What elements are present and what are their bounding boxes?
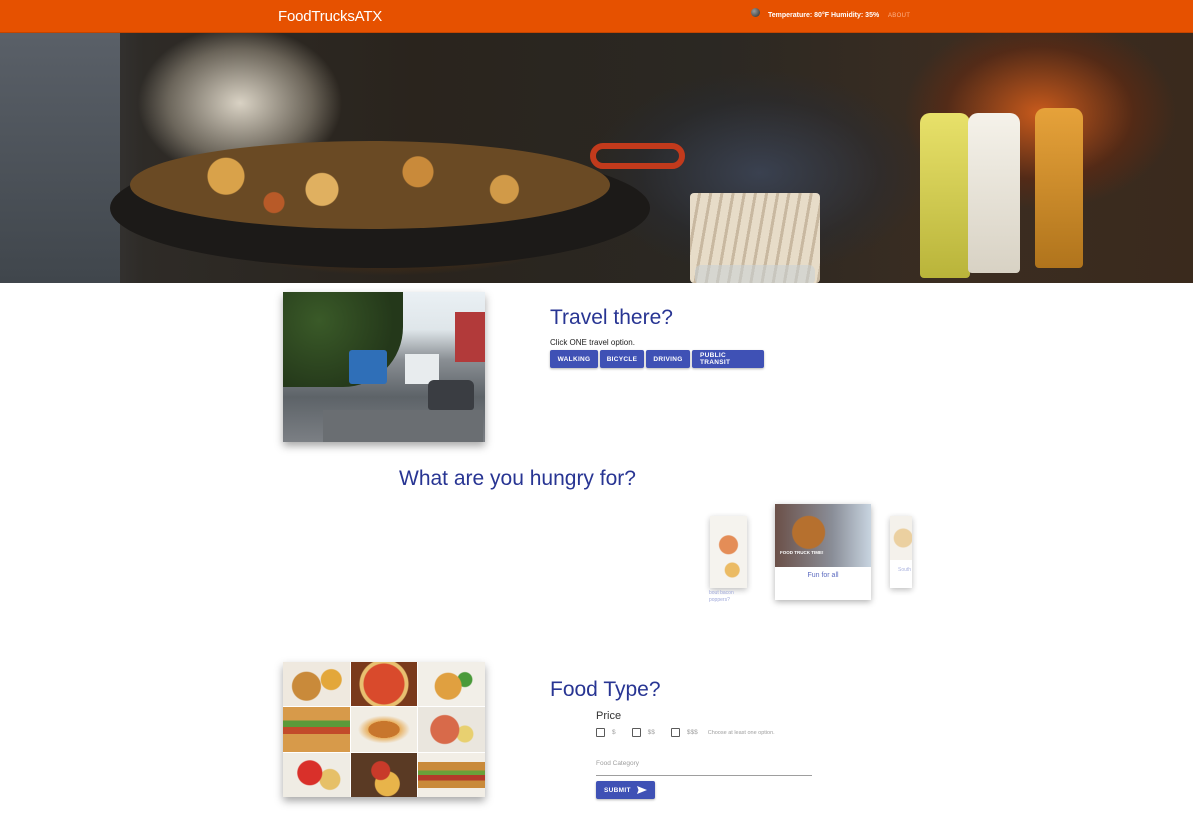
public-transit-button[interactable]: PUBLIC TRANSIT: [692, 350, 764, 368]
weather-icon: [751, 8, 760, 17]
road-shape: [323, 410, 483, 442]
carousel-item-center[interactable]: FOOD TRUCK TIME! Fun for all: [775, 504, 871, 600]
brand-logo[interactable]: FoodTrucksATX: [278, 8, 382, 25]
food-category-underline: [596, 775, 812, 776]
car-shape: [428, 380, 474, 410]
jar-shape: [695, 265, 815, 283]
driving-button[interactable]: DRIVING: [646, 350, 690, 368]
bottle-yellow: [920, 113, 970, 278]
bus-shape: [349, 350, 387, 384]
carousel-image-left: [710, 516, 747, 588]
pan-food-shape: [130, 141, 610, 229]
foodtype-heading: Food Type?: [550, 678, 661, 701]
travel-image: [283, 292, 485, 442]
food-tile: [350, 752, 418, 797]
price-label: Price: [596, 710, 622, 722]
carousel-caption-center: Fun for all: [807, 572, 839, 579]
carousel-image-center: [775, 504, 871, 567]
carousel-overlay-text: FOOD TRUCK TIME!: [780, 550, 824, 555]
price-checkbox-3[interactable]: [670, 728, 680, 737]
bottle-white: [968, 113, 1020, 273]
pan-handle-shape: [590, 143, 685, 169]
food-tile: [350, 662, 418, 707]
food-tile: [418, 707, 485, 752]
food-tile: [283, 707, 350, 752]
hero-left-band: [0, 33, 120, 283]
food-category-input[interactable]: Food Category: [596, 760, 639, 767]
navbar: FoodTrucksATX Temperature: 80°F Humidity…: [0, 0, 1193, 33]
food-tile: [350, 707, 418, 752]
page: FoodTrucksATX Temperature: 80°F Humidity…: [0, 0, 1193, 821]
walking-button[interactable]: WALKING: [550, 350, 598, 368]
price-options: $ $$ $$$ Choose at least one option.: [596, 728, 775, 737]
submit-label: SUBMIT: [604, 786, 631, 794]
carousel-caption-right: South: [898, 567, 912, 573]
price-helper-text: Choose at least one option.: [707, 729, 775, 736]
price-label-1: $: [612, 729, 616, 736]
carousel-image-right: [890, 516, 912, 560]
carousel-caption-left: bout bacon poppers?: [709, 590, 734, 603]
about-link[interactable]: ABOUT: [888, 13, 910, 19]
price-checkbox-2[interactable]: [631, 728, 641, 737]
price-checkbox-1[interactable]: [596, 728, 605, 737]
food-collage-image: [283, 662, 485, 797]
food-tile: [283, 662, 350, 707]
food-tile: [418, 662, 485, 707]
weather-readout: Temperature: 80°F Humidity: 35%: [768, 12, 880, 19]
food-tile: [418, 752, 485, 797]
submit-button[interactable]: SUBMIT: [596, 781, 655, 799]
travel-hint: Click ONE travel option.: [550, 338, 635, 347]
food-tile: [283, 752, 350, 797]
bicycle-button[interactable]: BICYCLE: [600, 350, 644, 368]
send-icon: [637, 786, 647, 794]
travel-heading: Travel there?: [550, 306, 673, 329]
price-label-3: $$$: [686, 729, 698, 736]
carousel-item-right[interactable]: South: [890, 516, 912, 588]
hungry-heading: What are you hungry for?: [399, 467, 636, 490]
travel-options: WALKING BICYCLE DRIVING PUBLIC TRANSIT: [550, 350, 764, 368]
building-shape: [455, 312, 485, 362]
carousel-item-left[interactable]: [710, 516, 747, 588]
bottle-mustard: [1035, 108, 1083, 268]
price-label-2: $$: [647, 729, 655, 736]
hero-image: [0, 33, 1193, 283]
